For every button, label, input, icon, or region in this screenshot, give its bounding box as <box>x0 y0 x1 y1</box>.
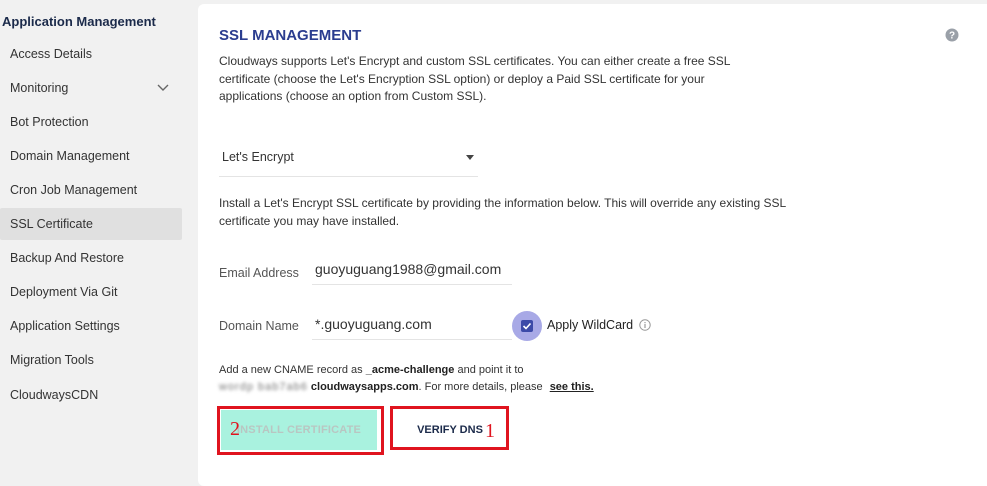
cname-suffix: . For more details, please <box>418 381 543 393</box>
sidebar-item-label: Backup And Restore <box>10 251 124 265</box>
cname-target-domain: cloudwaysapps.com <box>310 381 419 393</box>
annotation-number-install: 2 <box>230 418 240 440</box>
domain-label: Domain Name <box>219 319 299 333</box>
email-field[interactable] <box>312 257 515 281</box>
wildcard-label: Apply WildCard <box>547 318 634 332</box>
sidebar-item-monitoring[interactable]: Monitoring <box>0 72 182 104</box>
info-circle-icon[interactable] <box>639 319 651 331</box>
sidebar-item-bot-protection[interactable]: Bot Protection <box>0 106 182 138</box>
sidebar-item-cron-job-management[interactable]: Cron Job Management <box>0 174 182 206</box>
sidebar-item-label: Migration Tools <box>10 353 94 367</box>
sidebar: Application Management Access Details Mo… <box>0 0 190 486</box>
sidebar-item-access-details[interactable]: Access Details <box>0 38 182 70</box>
ssl-management-card: SSL MANAGEMENT ? Cloudways supports Let'… <box>198 4 987 486</box>
ssl-type-selected-value: Let's Encrypt <box>222 150 294 164</box>
sidebar-item-ssl-certificate[interactable]: SSL Certificate <box>0 208 182 240</box>
sidebar-item-label: Bot Protection <box>10 115 89 129</box>
see-this-link[interactable]: see this. <box>550 381 594 393</box>
sidebar-item-backup-and-restore[interactable]: Backup And Restore <box>0 242 182 274</box>
page-title: SSL MANAGEMENT <box>219 27 362 44</box>
sidebar-item-cloudwayscdn[interactable]: CloudwaysCDN <box>0 379 182 411</box>
domain-field-wrap <box>312 312 515 340</box>
wildcard-checkbox[interactable] <box>521 320 533 332</box>
sidebar-item-label: Monitoring <box>10 81 69 95</box>
sidebar-item-migration-tools[interactable]: Migration Tools <box>0 344 182 376</box>
sidebar-item-label: Access Details <box>10 47 92 61</box>
cname-record: _acme-challenge <box>365 364 455 376</box>
email-field-wrap <box>312 257 515 285</box>
svg-text:?: ? <box>949 31 955 42</box>
caret-down-icon <box>466 155 474 160</box>
sidebar-item-label: CloudwaysCDN <box>10 388 99 402</box>
sidebar-item-application-settings[interactable]: Application Settings <box>0 310 182 342</box>
sidebar-item-label: SSL Certificate <box>10 217 93 231</box>
sidebar-item-deployment-via-git[interactable]: Deployment Via Git <box>0 276 182 308</box>
sidebar-item-label: Domain Management <box>10 149 130 163</box>
sidebar-item-label: Application Settings <box>10 319 120 333</box>
cname-target-redacted: wordp bab7ab6 <box>219 381 308 393</box>
annotation-number-verify: 1 <box>485 420 495 442</box>
cname-instructions: Add a new CNAME record as _acme-challeng… <box>219 362 779 396</box>
ssl-description: Cloudways supports Let's Encrypt and cus… <box>219 54 731 103</box>
chevron-down-icon[interactable] <box>156 80 170 94</box>
sidebar-title: Application Management <box>2 14 156 29</box>
sidebar-item-label: Deployment Via Git <box>10 285 118 299</box>
lets-encrypt-info: Install a Let's Encrypt SSL certificate … <box>219 196 786 228</box>
question-circle-icon[interactable]: ? <box>945 28 959 42</box>
sidebar-item-domain-management[interactable]: Domain Management <box>0 140 182 172</box>
cname-middle: and point it to <box>457 364 524 376</box>
annotation-box-install <box>217 406 384 455</box>
sidebar-item-label: Cron Job Management <box>10 183 138 197</box>
domain-name-field[interactable] <box>312 312 515 336</box>
ssl-type-select[interactable]: Let's Encrypt <box>219 146 478 177</box>
email-label: Email Address <box>219 266 299 280</box>
cname-prefix: Add a new CNAME record as <box>219 364 363 376</box>
